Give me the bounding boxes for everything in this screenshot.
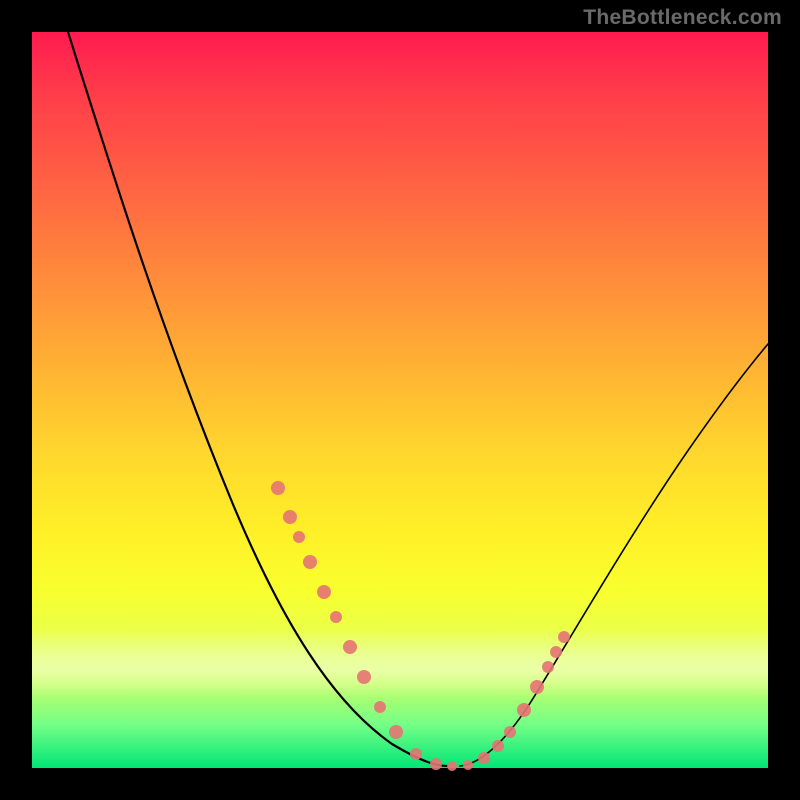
markers-right: [463, 631, 570, 770]
marker-dot: [293, 531, 305, 543]
marker-dot: [389, 725, 403, 739]
watermark-text: TheBottleneck.com: [583, 6, 782, 30]
marker-dot: [447, 761, 457, 771]
marker-dot: [517, 703, 531, 717]
marker-dot: [410, 748, 422, 760]
marker-dot: [430, 758, 442, 770]
marker-dot: [542, 661, 554, 673]
marker-dot: [463, 760, 473, 770]
marker-dot: [317, 585, 331, 599]
curve-right: [460, 344, 768, 766]
marker-dot: [530, 680, 544, 694]
curve-left: [68, 32, 447, 766]
marker-dot: [504, 726, 516, 738]
chart-svg: [32, 32, 768, 768]
marker-dot: [558, 631, 570, 643]
marker-dot: [478, 752, 490, 764]
markers-left: [271, 481, 457, 771]
chart-plot-area: [32, 32, 768, 768]
marker-dot: [357, 670, 371, 684]
marker-dot: [550, 646, 562, 658]
marker-dot: [330, 611, 342, 623]
marker-dot: [303, 555, 317, 569]
marker-dot: [343, 640, 357, 654]
marker-dot: [492, 740, 504, 752]
marker-dot: [283, 510, 297, 524]
marker-dot: [271, 481, 285, 495]
marker-dot: [374, 701, 386, 713]
chart-frame: TheBottleneck.com: [0, 0, 800, 800]
